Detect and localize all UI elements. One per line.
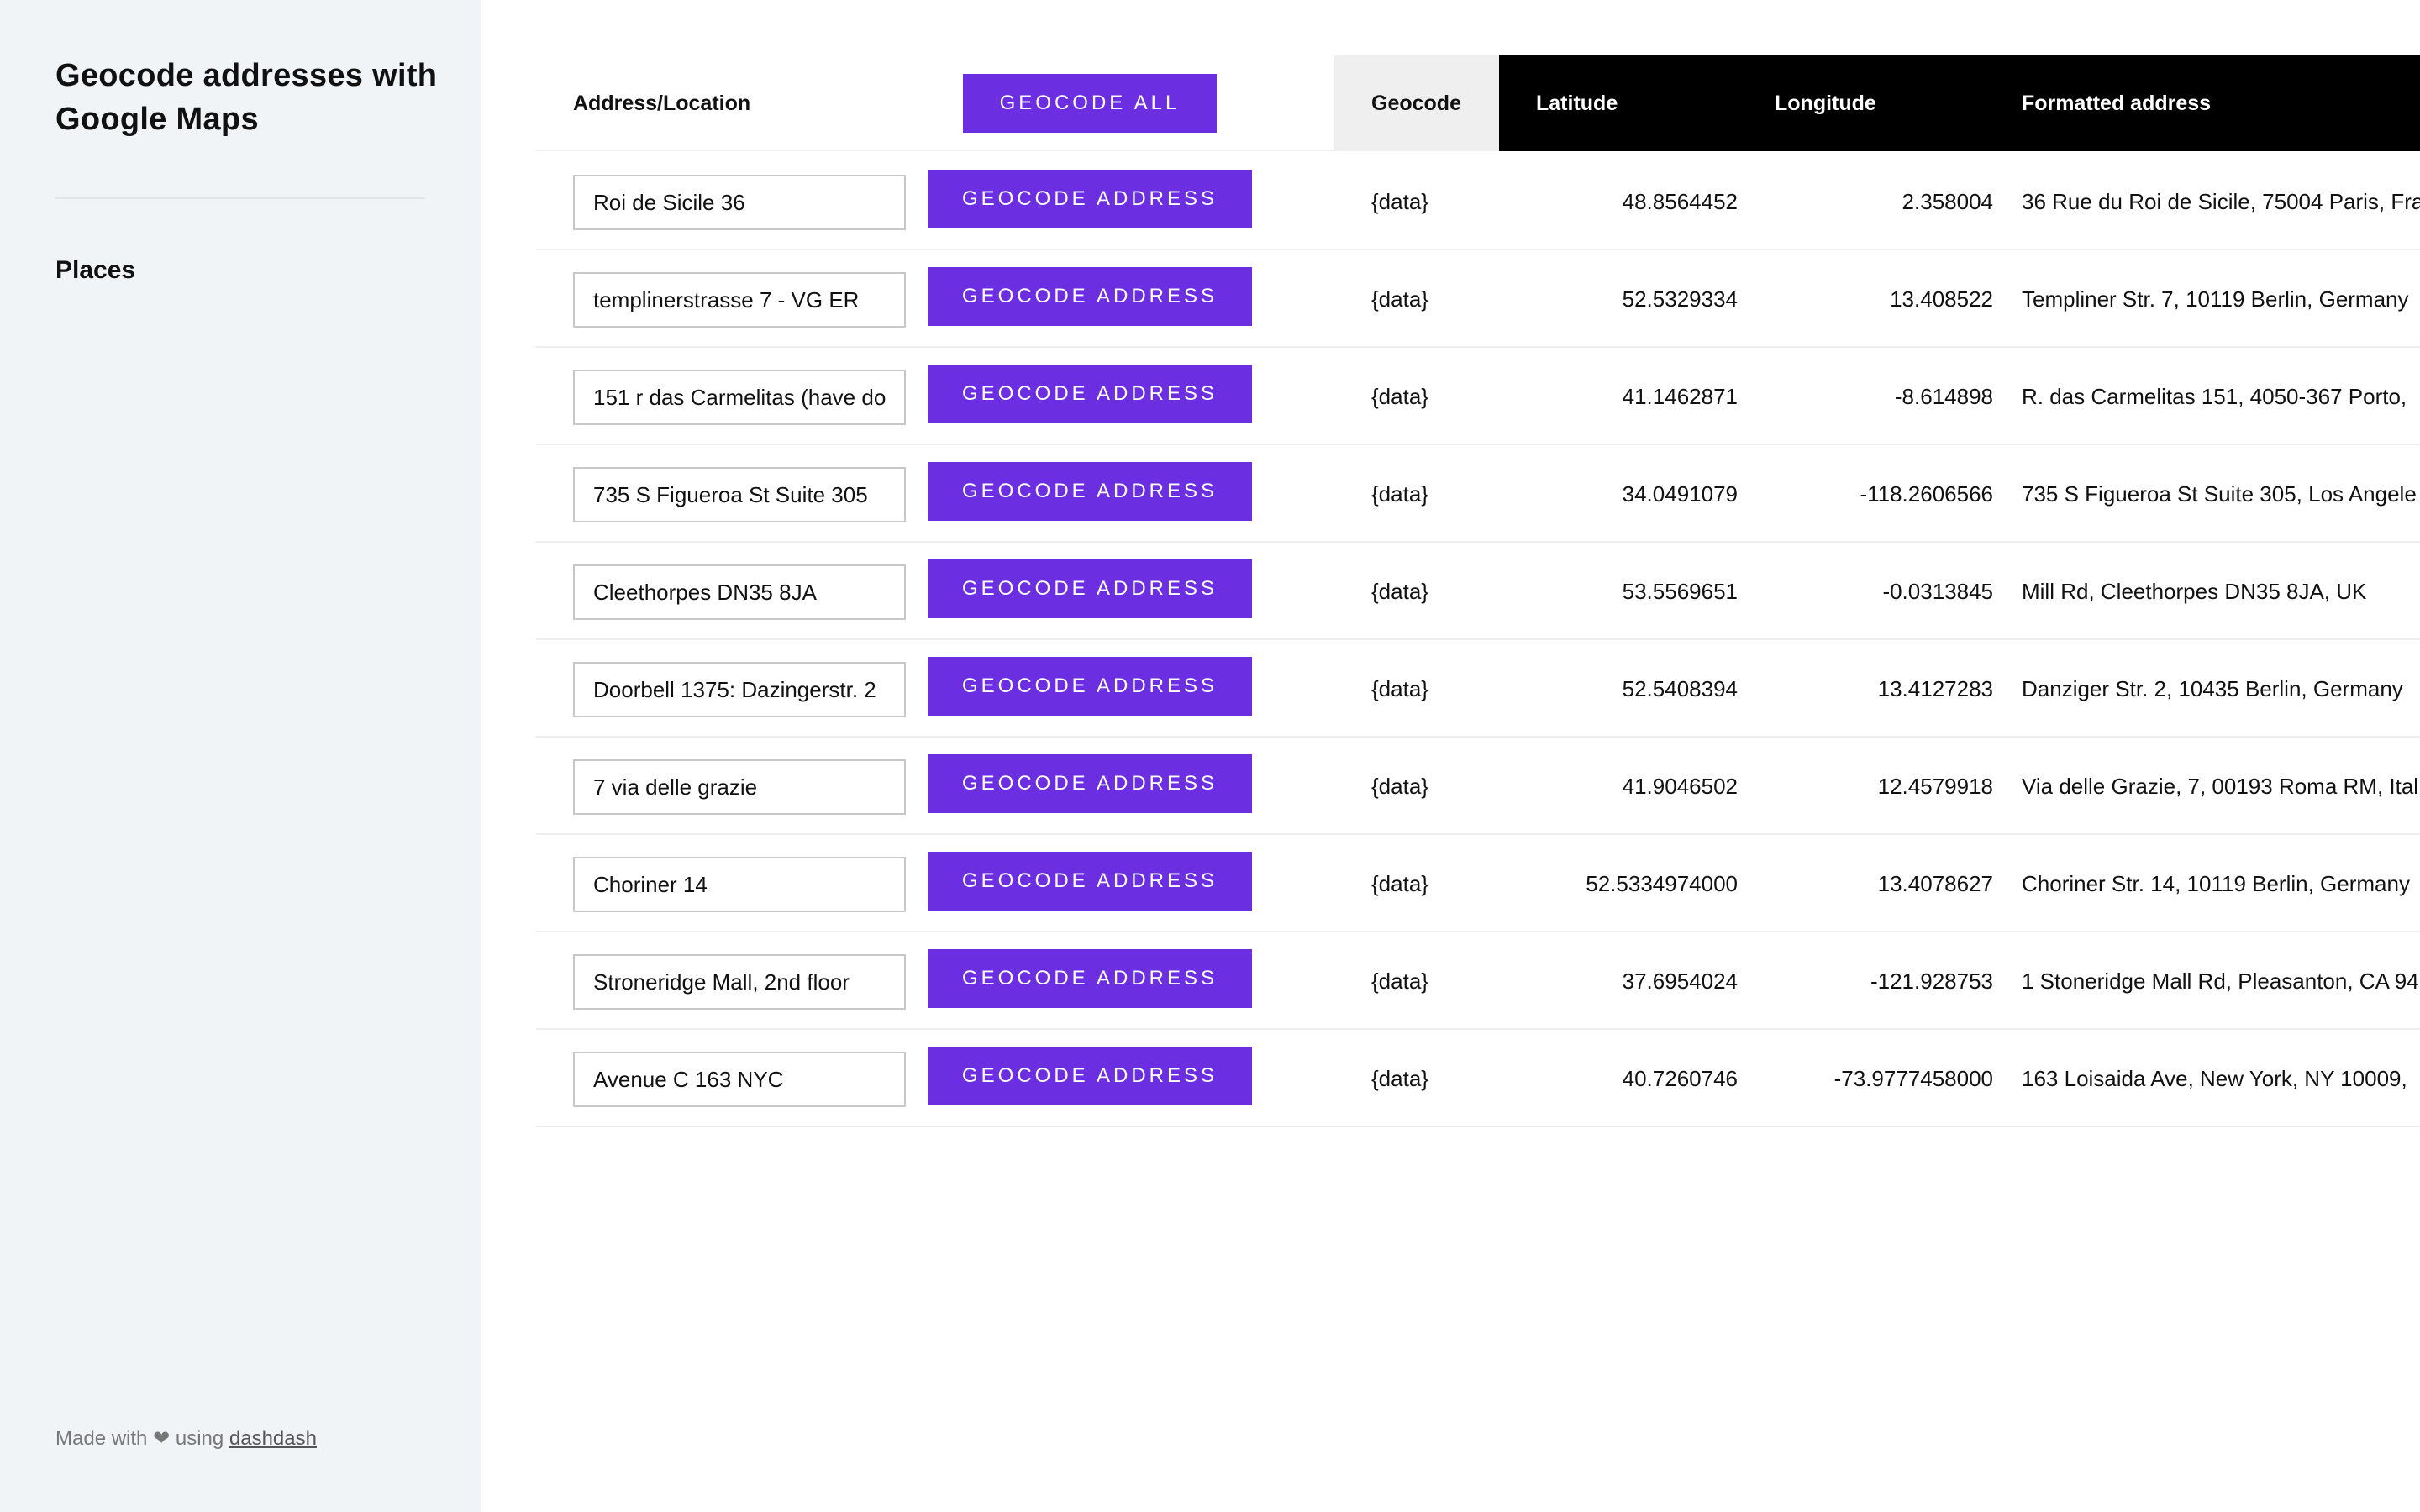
formatted-address-cell: Via delle Grazie, 7, 00193 Roma RM, Ital (2022, 773, 2419, 799)
formatted-address-cell: 1 Stoneridge Mall Rd, Pleasanton, CA 94 (2022, 968, 2419, 994)
latitude-cell: 37.6954024 (1622, 968, 1738, 994)
geocode-address-button[interactable]: GEOCODE ADDRESS (928, 754, 1252, 813)
formatted-address-cell: R. das Carmelitas 151, 4050-367 Porto, (2022, 383, 2407, 409)
header-latitude: Latitude (1536, 91, 1618, 115)
longitude-cell: 13.408522 (1890, 286, 1993, 312)
latitude-cell: 52.5408394 (1622, 675, 1738, 701)
longitude-cell: -118.2606566 (1860, 480, 1993, 507)
header-formatted-address: Formatted address (2022, 91, 2212, 115)
geocode-cell: {data} (1371, 383, 1428, 409)
latitude-cell: 48.8564452 (1622, 188, 1738, 214)
longitude-cell: 12.4579918 (1877, 773, 1993, 799)
geocode-cell: {data} (1371, 286, 1428, 312)
latitude-cell: 52.5329334 (1622, 286, 1738, 312)
latitude-cell: 34.0491079 (1622, 480, 1738, 507)
address-input[interactable] (573, 272, 906, 328)
address-input[interactable] (573, 759, 906, 815)
longitude-cell: -121.928753 (1870, 968, 1993, 994)
header-address: Address/Location (573, 91, 751, 115)
formatted-address-cell: Danziger Str. 2, 10435 Berlin, Germany (2022, 675, 2403, 701)
geocode-address-button[interactable]: GEOCODE ADDRESS (928, 559, 1252, 618)
geocode-cell: {data} (1371, 578, 1428, 604)
footer-made-with: Made with (55, 1427, 148, 1450)
header-longitude: Longitude (1775, 91, 1876, 115)
latitude-cell: 53.5569651 (1622, 578, 1738, 604)
geocode-cell: {data} (1371, 870, 1428, 896)
geocode-address-button[interactable]: GEOCODE ADDRESS (928, 267, 1252, 326)
address-input[interactable] (573, 662, 906, 717)
geocode-address-button[interactable]: GEOCODE ADDRESS (928, 170, 1252, 228)
address-input[interactable] (573, 175, 906, 230)
address-input[interactable] (573, 467, 906, 522)
formatted-address-cell: Mill Rd, Cleethorpes DN35 8JA, UK (2022, 578, 2367, 604)
longitude-cell: 2.358004 (1902, 188, 1993, 214)
header-geocode: Geocode (1334, 55, 1499, 151)
longitude-cell: 13.4078627 (1877, 870, 1993, 896)
address-input[interactable] (573, 370, 906, 425)
latitude-cell: 41.9046502 (1622, 773, 1738, 799)
dashdash-link[interactable]: dashdash (229, 1427, 317, 1450)
table-row: GEOCODE ADDRESS {data} 40.7260746 -73.97774… (536, 1030, 2420, 1127)
geocode-address-button[interactable]: GEOCODE ADDRESS (928, 657, 1252, 716)
latitude-cell: 41.1462871 (1622, 383, 1738, 409)
geocode-address-button[interactable]: GEOCODE ADDRESS (928, 462, 1252, 521)
table-row: GEOCODE ADDRESS {data} 52.5329334 13.408522… (536, 250, 2420, 348)
formatted-address-cell: Choriner Str. 14, 10119 Berlin, Germany (2022, 870, 2410, 896)
footer-using: using (175, 1427, 224, 1450)
geocode-cell: {data} (1371, 968, 1428, 994)
address-input[interactable] (573, 954, 906, 1010)
footer: Made with ❤ using dashdash (55, 1426, 317, 1451)
formatted-address-cell: 36 Rue du Roi de Sicile, 75004 Paris, Fr… (2022, 188, 2420, 214)
longitude-cell: -8.614898 (1894, 383, 1993, 409)
address-input[interactable] (573, 564, 906, 620)
geocode-cell: {data} (1371, 1065, 1428, 1091)
formatted-address-cell: 735 S Figueroa St Suite 305, Los Angele (2022, 480, 2417, 507)
table-row: GEOCODE ADDRESS {data} 34.0491079 -118.2606… (536, 445, 2420, 543)
sidebar: Geocode addresses with Google Maps Place… (0, 0, 481, 1512)
geocode-cell: {data} (1371, 773, 1428, 799)
geocode-cell: {data} (1371, 480, 1428, 507)
table-row: GEOCODE ADDRESS {data} 48.8564452 2.358004 3… (536, 153, 2420, 250)
geocode-address-button[interactable]: GEOCODE ADDRESS (928, 852, 1252, 911)
address-input[interactable] (573, 857, 906, 912)
header-black-band (1499, 55, 2420, 151)
longitude-cell: 13.4127283 (1877, 675, 1993, 701)
geocode-address-button[interactable]: GEOCODE ADDRESS (928, 949, 1252, 1008)
main-content: Address/Location GEOCODE ALL Geocode Lat… (481, 0, 2420, 1512)
latitude-cell: 40.7260746 (1622, 1065, 1738, 1091)
sidebar-item-places[interactable]: Places (55, 256, 135, 285)
formatted-address-cell: 163 Loisaida Ave, New York, NY 10009, (2022, 1065, 2407, 1091)
table-header: Address/Location GEOCODE ALL Geocode Lat… (536, 55, 2420, 151)
table-row: GEOCODE ADDRESS {data} 53.5569651 -0.031384… (536, 543, 2420, 640)
table-row: GEOCODE ADDRESS {data} 37.6954024 -121.9287… (536, 932, 2420, 1030)
geocode-cell: {data} (1371, 188, 1428, 214)
latitude-cell: 52.5334974000 (1586, 870, 1738, 896)
table-row: GEOCODE ADDRESS {data} 41.9046502 12.457991… (536, 738, 2420, 835)
table-row: GEOCODE ADDRESS {data} 52.5334974000 13.407… (536, 835, 2420, 932)
table-row: GEOCODE ADDRESS {data} 41.1462871 -8.614898… (536, 348, 2420, 445)
geocode-cell: {data} (1371, 675, 1428, 701)
heart-icon: ❤ (153, 1427, 171, 1450)
longitude-cell: -73.9777458000 (1833, 1065, 1993, 1091)
sidebar-divider (55, 197, 425, 199)
app-title: Geocode addresses with Google Maps (55, 58, 438, 137)
formatted-address-cell: Templiner Str. 7, 10119 Berlin, Germany (2022, 286, 2409, 312)
address-input[interactable] (573, 1052, 906, 1107)
geocode-all-button[interactable]: GEOCODE ALL (963, 74, 1217, 133)
geocode-address-button[interactable]: GEOCODE ADDRESS (928, 365, 1252, 423)
geocode-address-button[interactable]: GEOCODE ADDRESS (928, 1047, 1252, 1105)
longitude-cell: -0.0313845 (1882, 578, 1993, 604)
table-row: GEOCODE ADDRESS {data} 52.5408394 13.412728… (536, 640, 2420, 738)
